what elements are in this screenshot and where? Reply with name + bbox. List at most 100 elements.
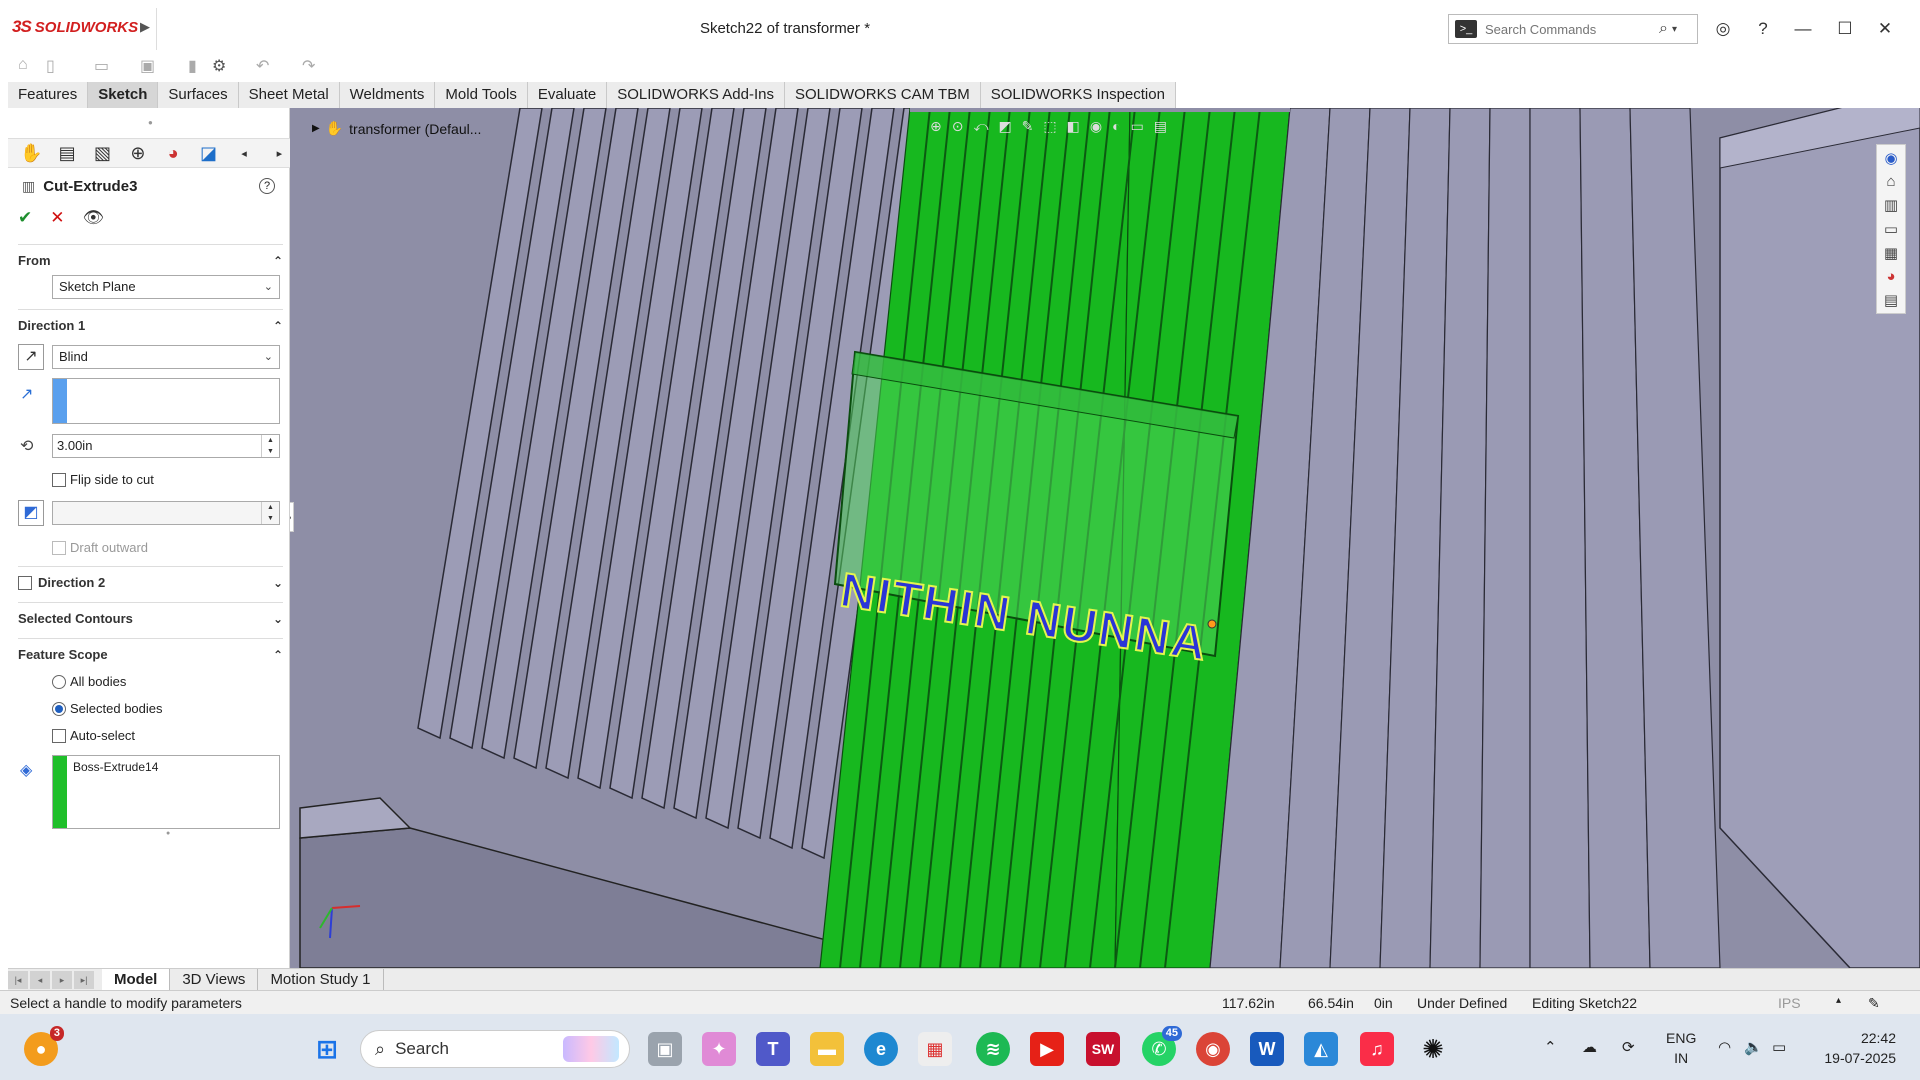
depth-spinner[interactable]: ▲ ▼	[261, 435, 279, 457]
checkbox-box[interactable]	[52, 540, 66, 555]
chevron-down-icon[interactable]: ▾	[1672, 24, 1677, 35]
battery-icon[interactable]: ▭	[1772, 1038, 1786, 1056]
view-palette-icon[interactable]: ▦	[1884, 244, 1898, 262]
teams-icon[interactable]: T	[756, 1032, 790, 1066]
onedrive-icon[interactable]: ☁	[1582, 1038, 1597, 1056]
tab-inspection[interactable]: SOLIDWORKS Inspection	[980, 82, 1176, 108]
spotify-icon[interactable]: ≋	[976, 1032, 1010, 1066]
auto-select-checkbox[interactable]: Auto-select	[52, 728, 135, 743]
checkbox-box[interactable]	[18, 575, 32, 590]
solidworks-resources-icon[interactable]: ◉	[1884, 149, 1897, 167]
taskbar-search[interactable]: ⌕ Search	[360, 1030, 630, 1068]
firefox-icon[interactable]: ● 3	[24, 1026, 64, 1066]
direction-selection-box[interactable]	[52, 378, 280, 424]
collapse-icon[interactable]: ⌃	[273, 319, 283, 333]
collapse-icon[interactable]: ⌃	[273, 648, 283, 662]
apply-scene-icon[interactable]: ▭	[1131, 118, 1144, 135]
section-view-icon[interactable]: ◩	[998, 118, 1011, 135]
whatsapp-icon[interactable]: ✆ 45	[1142, 1026, 1182, 1066]
preview-eye-icon[interactable]: 👁	[83, 208, 105, 228]
direction2-group-header[interactable]: Direction 2 ⌄	[18, 566, 283, 590]
bodies-selection-box[interactable]: Boss-Extrude14	[52, 755, 280, 829]
first-tab-icon[interactable]: |◂	[8, 970, 28, 989]
dynamic-annotation-icon[interactable]: ✎	[1022, 118, 1034, 135]
close-button[interactable]: ✕	[1870, 14, 1900, 44]
chrome-icon[interactable]: ◉	[1196, 1032, 1230, 1066]
user-icon[interactable]: ◎	[1708, 14, 1738, 44]
cancel-button[interactable]: ✕	[50, 208, 64, 228]
tab-features[interactable]: Features	[8, 82, 89, 108]
selected-contours-group-header[interactable]: Selected Contours ⌄	[18, 602, 283, 626]
view-settings-icon[interactable]: ▤	[1154, 118, 1167, 135]
redo-icon[interactable]: ↷	[302, 56, 315, 76]
save-icon[interactable]: ▣	[140, 56, 155, 76]
checkbox-box[interactable]	[52, 472, 66, 487]
feature-tree-flyout[interactable]: ▶ ✋ transformer (Defaul...	[312, 120, 481, 137]
feature-manager-icon[interactable]: ✋	[20, 143, 42, 164]
model-render[interactable]	[290, 108, 1920, 968]
draft-spinner[interactable]: ▲ ▼	[261, 502, 279, 524]
windows-start-icon[interactable]: ⊞	[310, 1032, 344, 1066]
tab-surfaces[interactable]: Surfaces	[158, 82, 239, 108]
search-icon[interactable]: ⌕	[1659, 20, 1668, 38]
copilot-icon[interactable]: ✦	[702, 1032, 736, 1066]
radio-button[interactable]	[52, 701, 66, 716]
home-icon[interactable]: ⌂	[1886, 173, 1895, 190]
scroll-right-icon[interactable]: ▸	[269, 147, 290, 160]
display-manager-icon[interactable]: ◕	[163, 143, 184, 164]
dimxpert-icon[interactable]: ⊕	[127, 143, 148, 164]
feature-scope-group-header[interactable]: Feature Scope ⌃	[18, 638, 283, 662]
body-list-item[interactable]: Boss-Extrude14	[73, 760, 158, 774]
wifi-icon[interactable]: ◠	[1718, 1038, 1731, 1056]
file-explorer-icon[interactable]: ▭	[1884, 220, 1898, 238]
all-bodies-radio[interactable]: All bodies	[52, 674, 126, 689]
design-library-icon[interactable]: ▥	[1884, 196, 1898, 214]
hide-show-items-icon[interactable]: ◉	[1090, 118, 1102, 135]
display-style-icon[interactable]: ◧	[1067, 118, 1080, 135]
tab-addins[interactable]: SOLIDWORKS Add-Ins	[607, 82, 785, 108]
ok-button[interactable]: ✔	[18, 208, 32, 228]
previous-view-icon[interactable]: ⤺	[973, 118, 988, 135]
print-icon[interactable]: ▮	[188, 56, 197, 76]
solidworks-taskbar-icon[interactable]: SW	[1086, 1032, 1120, 1066]
depth-input[interactable]: 3.00in ▲ ▼	[52, 434, 280, 458]
photos-icon[interactable]: ◭	[1304, 1032, 1338, 1066]
tab-evaluate[interactable]: Evaluate	[527, 82, 608, 108]
draft-icon[interactable]: ◩	[18, 500, 44, 526]
flip-side-checkbox[interactable]: Flip side to cut	[52, 472, 154, 487]
chatgpt-icon[interactable]: ✺	[1416, 1032, 1450, 1066]
search-input[interactable]	[1485, 21, 1655, 37]
expand-icon[interactable]: ⌄	[273, 612, 283, 626]
end-condition-select[interactable]: Blind ⌄	[52, 345, 280, 369]
new-document-icon[interactable]: ▯	[46, 56, 55, 76]
tab-weldments[interactable]: Weldments	[339, 82, 436, 108]
edge-icon[interactable]: e	[864, 1032, 898, 1066]
radio-button[interactable]	[52, 674, 66, 689]
draft-outward-checkbox[interactable]: Draft outward	[52, 540, 148, 555]
tab-model[interactable]: Model	[102, 968, 171, 991]
tab-motion-study[interactable]: Motion Study 1	[258, 968, 384, 991]
show-hidden-icons-icon[interactable]: ⌃	[1544, 1038, 1557, 1056]
home-icon[interactable]: ⌂	[18, 56, 28, 74]
open-icon[interactable]: ▭	[94, 56, 109, 76]
help-icon[interactable]: ?	[259, 178, 275, 194]
appearances-icon[interactable]: ◕	[1886, 268, 1895, 285]
expand-icon[interactable]: ⌄	[273, 576, 283, 590]
from-group-header[interactable]: From ⌃	[18, 244, 283, 268]
next-tab-icon[interactable]: ▸	[52, 970, 72, 989]
direction2-toggle[interactable]: Direction 2	[18, 575, 105, 590]
panel-resize-handle[interactable]: ●	[148, 118, 153, 127]
graphics-area[interactable]: ▶ ✋ transformer (Defaul... ⊕ ⊙ ⤺ ◩ ✎ ⬚ ◧…	[290, 108, 1920, 968]
expand-arrow-icon[interactable]: ▶	[312, 123, 320, 134]
view-orientation-icon[interactable]: ⬚	[1043, 118, 1056, 135]
tab-mold-tools[interactable]: Mold Tools	[435, 82, 528, 108]
direction1-group-header[interactable]: Direction 1 ⌃	[18, 309, 283, 333]
collapse-icon[interactable]: ⌃	[273, 254, 283, 268]
youtube-icon[interactable]: ▶	[1030, 1032, 1064, 1066]
scroll-left-icon[interactable]: ◂	[233, 147, 254, 160]
zoom-to-fit-icon[interactable]: ⊕	[930, 118, 942, 135]
configuration-manager-icon[interactable]: ▧	[92, 143, 113, 164]
draft-angle-input[interactable]: ▲ ▼	[52, 501, 280, 525]
panel-expand-handle[interactable]: ●	[290, 502, 294, 532]
file-explorer-icon[interactable]: ▬	[810, 1032, 844, 1066]
